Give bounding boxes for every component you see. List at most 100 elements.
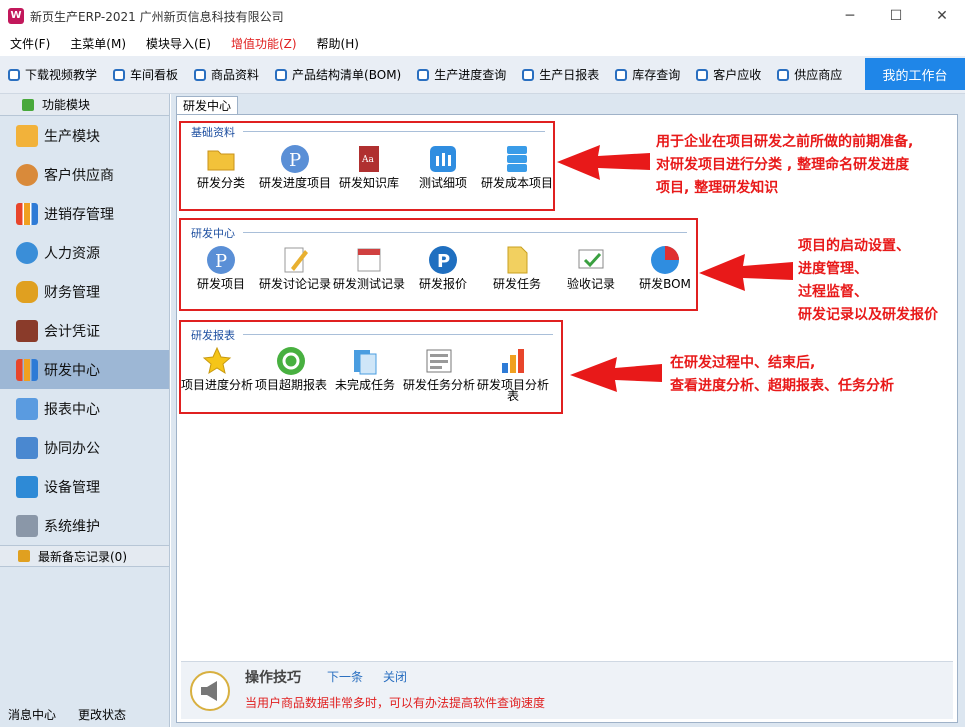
menu-value-added[interactable]: 增值功能(Z) <box>221 32 307 56</box>
money-bag-icon <box>16 280 38 303</box>
document-folder-icon <box>507 246 528 274</box>
item-rd-cost-items[interactable]: 研发成本项目 <box>481 143 553 189</box>
item-rd-task[interactable]: 研发任务 <box>481 244 553 290</box>
sidebar-item-collab[interactable]: 协同办公 <box>0 428 169 467</box>
sidebar-item-devices[interactable]: 设备管理 <box>0 467 169 506</box>
tb-workshop-board[interactable]: 车间看板 <box>105 66 186 83</box>
sidebar-item-system[interactable]: 系统维护 <box>0 506 169 545</box>
menu-bar: 文件(F) 主菜单(M) 模块导入(E) 增值功能(Z) 帮助(H) <box>0 32 965 56</box>
item-project-analysis-table[interactable]: 研发项目分析表 <box>477 345 549 402</box>
sidebar-item-inventory[interactable]: 进销存管理 <box>0 194 169 233</box>
item-rd-bom[interactable]: 研发BOM <box>629 244 701 290</box>
sidebar-item-production[interactable]: 生产模块 <box>0 116 169 155</box>
item-rd-test-record[interactable]: 研发测试记录 <box>333 244 405 290</box>
group-title-rd: 研发中心 <box>191 227 235 240</box>
message-center-link[interactable]: 消息中心 <box>0 706 56 723</box>
tb-daily-report[interactable]: 生产日报表 <box>514 66 607 83</box>
item-acceptance-record[interactable]: 验收记录 <box>555 244 627 290</box>
item-task-analysis[interactable]: 研发任务分析 <box>403 345 475 391</box>
sidebar-item-hr[interactable]: 人力资源 <box>0 233 169 272</box>
module-icon <box>22 98 34 111</box>
maximize-button[interactable]: ☐ <box>873 0 919 32</box>
group-title-reports: 研发报表 <box>191 329 235 342</box>
sidebar-item-accounting[interactable]: 会计凭证 <box>0 311 169 350</box>
memo-records[interactable]: 最新备忘记录(0) <box>0 545 169 567</box>
tb-video-tutorial[interactable]: 下载视频教学 <box>0 66 105 83</box>
change-status-link[interactable]: 更改状态 <box>70 706 126 723</box>
svg-text:Aa: Aa <box>361 155 374 165</box>
item-rd-project[interactable]: P 研发项目 <box>185 244 257 290</box>
notepad-pencil-icon <box>284 247 308 273</box>
tips-panel: 操作技巧 下一条 关闭 当用户商品数据非常多时，可以有办法提高软件查询速度 <box>181 661 953 719</box>
tb-stock-query[interactable]: 库存查询 <box>607 66 688 83</box>
group-divider <box>243 334 553 335</box>
menu-help[interactable]: 帮助(H) <box>307 32 369 56</box>
item-rd-quote[interactable]: P 研发报价 <box>407 244 479 290</box>
svg-text:P: P <box>437 251 450 272</box>
database-icon <box>507 146 527 172</box>
speaker-icon <box>18 550 30 562</box>
menu-module-import[interactable]: 模块导入(E) <box>136 32 221 56</box>
item-rd-progress-items[interactable]: P 研发进度项目 <box>259 143 331 189</box>
person-icon <box>16 241 38 264</box>
item-rd-category[interactable]: 研发分类 <box>185 143 257 189</box>
group-divider <box>243 232 687 233</box>
app-logo-icon: W <box>8 8 24 24</box>
p-badge-icon: P <box>429 246 457 274</box>
test-panel-icon <box>430 146 456 172</box>
megaphone-icon <box>190 671 230 711</box>
bar-chart-icon <box>16 202 38 225</box>
tb-receivables[interactable]: 客户应收 <box>688 66 769 83</box>
item-overdue-report[interactable]: 项目超期报表 <box>255 345 327 391</box>
checkbox-icon <box>194 68 207 81</box>
item-rd-discussion[interactable]: 研发讨论记录 <box>259 244 331 290</box>
check-screen-icon <box>578 249 604 269</box>
book-icon: Aa <box>359 146 379 172</box>
group-divider <box>243 131 545 132</box>
quick-toolbar: 下载视频教学 车间看板 商品资料 产品结构清单(BOM) 生产进度查询 生产日报… <box>0 56 965 94</box>
window-title: 新页生产ERP-2021 广州新页信息科技有限公司 <box>30 9 284 24</box>
p-badge-icon: P <box>281 145 309 173</box>
tb-bom[interactable]: 产品结构清单(BOM) <box>267 66 409 83</box>
menu-file[interactable]: 文件(F) <box>0 32 60 56</box>
item-test-details[interactable]: 测试细项 <box>407 143 479 189</box>
form-icon <box>426 349 452 373</box>
tab-rd-center[interactable]: 研发中心 <box>176 96 239 115</box>
close-button[interactable]: ✕ <box>919 0 965 32</box>
folder-icon <box>207 150 235 171</box>
item-progress-analysis[interactable]: 项目进度分析 <box>181 345 253 391</box>
title-bar: W 新页生产ERP-2021 广州新页信息科技有限公司 ─ ☐ ✕ <box>0 0 965 32</box>
content-area: 基础资料 研发分类 P 研发进度项目 Aa 研发知识库 测试细项 研发成本项目 … <box>176 114 958 723</box>
tb-supplier[interactable]: 供应商应 <box>769 66 850 83</box>
files-icon <box>354 350 377 375</box>
checkbox-icon <box>275 68 288 81</box>
minimize-button[interactable]: ─ <box>827 0 873 32</box>
annotation-rd: 项目的启动设置、 进度管理、 过程监督、 研发记录以及研发报价 <box>798 238 938 323</box>
bar-chart-icon <box>502 349 524 373</box>
lock-icon <box>16 514 38 537</box>
svg-text:P: P <box>289 150 301 171</box>
my-workbench-button[interactable]: 我的工作台 <box>865 58 965 90</box>
sidebar-item-finance[interactable]: 财务管理 <box>0 272 169 311</box>
calendar-icon <box>357 248 381 272</box>
sidebar-item-customers-suppliers[interactable]: 客户供应商 <box>0 155 169 194</box>
tips-next-link[interactable]: 下一条 <box>327 668 363 685</box>
sidebar-item-reports[interactable]: 报表中心 <box>0 389 169 428</box>
checkbox-icon <box>777 68 790 81</box>
menu-main[interactable]: 主菜单(M) <box>60 32 136 56</box>
checkbox-icon <box>417 68 430 81</box>
p-badge-icon: P <box>207 246 235 274</box>
ledger-icon <box>16 319 38 342</box>
checkbox-icon <box>696 68 709 81</box>
sidebar: 功能模块 生产模块 客户供应商 进销存管理 人力资源 财务管理 会计凭证 研发中… <box>0 94 170 727</box>
chart-icon <box>16 358 38 381</box>
star-icon <box>202 346 232 375</box>
sidebar-item-rd-center[interactable]: 研发中心 <box>0 350 169 389</box>
item-rd-knowledge-base[interactable]: Aa 研发知识库 <box>333 143 405 189</box>
tips-close-link[interactable]: 关闭 <box>383 668 407 685</box>
tb-product-data[interactable]: 商品资料 <box>186 66 267 83</box>
tb-progress-query[interactable]: 生产进度查询 <box>409 66 514 83</box>
item-unfinished-tasks[interactable]: 未完成任务 <box>329 345 401 391</box>
globe-icon <box>651 246 679 274</box>
svg-text:P: P <box>215 251 227 272</box>
